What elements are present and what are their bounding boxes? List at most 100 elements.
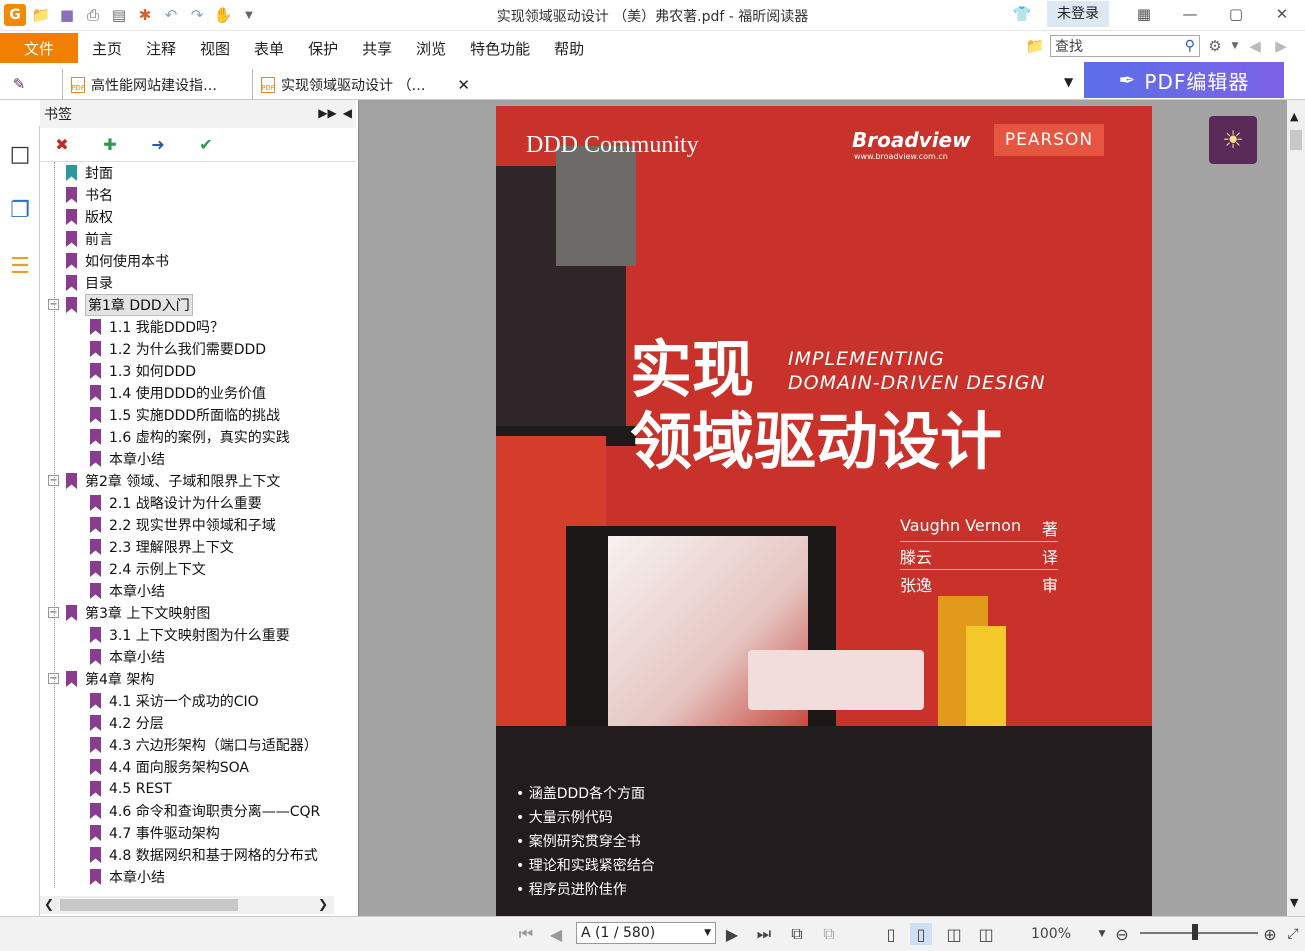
last-page-icon[interactable]: ⏭ — [752, 923, 776, 945]
bookmark-item[interactable]: 4.3 六边形架构（端口与适配器） — [90, 734, 318, 756]
file-menu-button[interactable]: 文件 — [0, 33, 78, 63]
menu-protect[interactable]: 保护 — [296, 38, 350, 59]
menu-browse[interactable]: 浏览 — [404, 38, 458, 59]
close-icon[interactable]: ✕ — [1259, 0, 1305, 28]
bookmark-horizontal-scrollbar[interactable]: ❮ ❯ — [40, 896, 334, 914]
tab-close-icon[interactable]: ✕ — [457, 76, 470, 94]
bookmark-item[interactable]: 1.1 我能DDD吗？ — [90, 316, 224, 338]
continuous-facing-view-icon[interactable]: ◫ — [974, 923, 998, 945]
bookmark-item[interactable]: 1.5 实施DDD所面临的挑战 — [90, 404, 280, 426]
delete-bookmark-icon[interactable]: ✖ — [50, 133, 74, 157]
comments-panel-icon[interactable]: ☰ — [0, 238, 40, 294]
find-bookmark-icon[interactable]: ✔ — [194, 133, 218, 157]
panel-expand-icon[interactable]: ▶▶ — [318, 106, 336, 120]
menu-share[interactable]: 共享 — [350, 38, 404, 59]
bookmark-item[interactable]: 前言 — [66, 228, 113, 250]
redo-icon[interactable]: ↷ — [186, 4, 208, 26]
document-view[interactable]: DDD Community Broadview www.broadview.co… — [358, 100, 1287, 916]
bookmark-item[interactable]: 书名 — [66, 184, 113, 206]
bookmark-item[interactable]: 4.7 事件驱动架构 — [90, 822, 220, 844]
paste-page-icon[interactable]: ⧉ — [818, 923, 840, 945]
settings-gear-icon[interactable]: ⚙ — [1204, 35, 1226, 57]
tab-list-dropdown-icon[interactable]: ▼ — [1064, 75, 1073, 89]
bookmark-item[interactable]: − 第1章 DDD入门 — [48, 294, 193, 316]
prev-page-icon[interactable]: ◀ — [546, 923, 566, 945]
page-number-select[interactable]: A (1 / 580) ▼ — [576, 922, 716, 944]
bookmark-item[interactable]: 2.1 战略设计为什么重要 — [90, 492, 262, 514]
new-icon[interactable]: ✱ — [134, 4, 156, 26]
doc-icon[interactable]: ▤ — [108, 4, 130, 26]
doc-scroll-thumb[interactable] — [1290, 130, 1302, 150]
menu-home[interactable]: 主页 — [80, 38, 134, 59]
save-icon[interactable]: ■ — [56, 4, 78, 26]
fullscreen-icon[interactable]: ⤢ — [1284, 923, 1302, 945]
search-prev-icon[interactable]: ◀ — [1244, 35, 1266, 57]
pdf-editor-button[interactable]: ✒ PDF编辑器 — [1084, 62, 1284, 98]
bookmark-item[interactable]: 封面 — [66, 162, 113, 184]
bookmark-item[interactable]: − 第2章 领域、子域和限界上下文 — [48, 470, 280, 492]
add-bookmark-icon[interactable]: ✚ — [98, 133, 122, 157]
panel-collapse-icon[interactable]: ◀ — [343, 106, 352, 120]
scroll-left-icon[interactable]: ❮ — [44, 897, 54, 911]
bookmark-item[interactable]: 4.1 采访一个成功的CIO — [90, 690, 259, 712]
customize-icon[interactable]: ▼ — [238, 4, 260, 26]
undo-icon[interactable]: ↶ — [160, 4, 182, 26]
restore-layout-icon[interactable]: ▦ — [1121, 0, 1167, 28]
zoom-in-icon[interactable]: ⊕ — [1260, 923, 1280, 945]
zoom-out-icon[interactable]: ⊖ — [1112, 923, 1132, 945]
document-vertical-scrollbar[interactable]: ▲ ▼ — [1287, 100, 1305, 916]
bookmark-item[interactable]: 1.4 使用DDD的业务价值 — [90, 382, 266, 404]
minimize-icon[interactable]: — — [1167, 0, 1213, 28]
zoom-slider-thumb[interactable] — [1192, 924, 1198, 940]
first-page-icon[interactable]: ⏮ — [516, 923, 536, 945]
bookmark-item[interactable]: 1.2 为什么我们需要DDD — [90, 338, 266, 360]
settings-dropdown-icon[interactable]: ▼ — [1230, 35, 1240, 57]
page-thumbnail-icon[interactable]: □ — [0, 126, 40, 182]
search-next-icon[interactable]: ▶ — [1270, 35, 1292, 57]
open-folder-icon[interactable]: 📁 — [30, 4, 52, 26]
bookmark-item[interactable]: 3.1 上下文映射图为什么重要 — [90, 624, 290, 646]
search-input[interactable]: 查找 ⚲ — [1050, 35, 1200, 57]
menu-comment[interactable]: 注释 — [134, 38, 188, 59]
doc-scroll-down-icon[interactable]: ▼ — [1290, 896, 1298, 909]
tshirt-icon[interactable]: 👕 — [1011, 3, 1033, 25]
sign-icon[interactable]: ✎ — [8, 73, 30, 95]
facing-view-icon[interactable]: ◫ — [942, 923, 966, 945]
zoom-value[interactable]: 100% — [1028, 923, 1074, 945]
tab-performance-site[interactable]: PDF 高性能网站建设指… — [62, 69, 246, 100]
zoom-slider-track[interactable] — [1140, 932, 1258, 934]
lightbulb-tip-icon[interactable]: ☀ — [1209, 116, 1257, 164]
bookmark-item[interactable]: 2.4 示例上下文 — [90, 558, 206, 580]
bookmark-item[interactable]: 4.8 数据网织和基于网格的分布式 — [90, 844, 318, 866]
bookmark-item[interactable]: 1.3 如何DDD — [90, 360, 196, 382]
bookmark-item[interactable]: 本章小结 — [90, 866, 165, 888]
bookmark-item[interactable]: 本章小结 — [90, 646, 165, 668]
menu-form[interactable]: 表单 — [242, 38, 296, 59]
bookmark-item[interactable]: 本章小结 — [90, 580, 165, 602]
bookmark-item[interactable]: 4.2 分层 — [90, 712, 164, 734]
search-icon[interactable]: ⚲ — [1185, 38, 1199, 54]
print-icon[interactable]: ⎙ — [82, 4, 104, 26]
next-page-icon[interactable]: ▶ — [722, 923, 742, 945]
zoom-dropdown-icon[interactable]: ▼ — [1096, 923, 1108, 945]
bookmark-item[interactable]: − 第3章 上下文映射图 — [48, 602, 210, 624]
bookmark-item[interactable]: 本章小结 — [90, 448, 165, 470]
bookmark-item[interactable]: 4.5 REST — [90, 778, 172, 800]
bookmark-item[interactable]: 4.4 面向服务架构SOA — [90, 756, 249, 778]
bookmark-item[interactable]: 目录 — [66, 272, 113, 294]
menu-view[interactable]: 视图 — [188, 38, 242, 59]
scroll-right-icon[interactable]: ❯ — [318, 897, 328, 911]
maximize-icon[interactable]: ▢ — [1213, 0, 1259, 28]
bookmark-item[interactable]: 2.2 现实世界中领域和子域 — [90, 514, 276, 536]
layers-icon[interactable]: ❐ — [0, 182, 40, 238]
folder-search-icon[interactable]: 📁 — [1024, 35, 1046, 57]
bookmark-item[interactable]: 2.3 理解限界上下文 — [90, 536, 234, 558]
login-button[interactable]: 未登录 — [1047, 1, 1109, 27]
menu-help[interactable]: 帮助 — [542, 38, 596, 59]
scroll-thumb-horizontal[interactable] — [60, 899, 238, 911]
copy-page-icon[interactable]: ⧉ — [786, 923, 808, 945]
bookmark-item[interactable]: 如何使用本书 — [66, 250, 169, 272]
single-page-view-icon[interactable]: ▯ — [880, 923, 902, 945]
doc-scroll-up-icon[interactable]: ▲ — [1290, 110, 1298, 123]
bookmark-item[interactable]: 1.6 虚构的案例，真实的实践 — [90, 426, 290, 448]
